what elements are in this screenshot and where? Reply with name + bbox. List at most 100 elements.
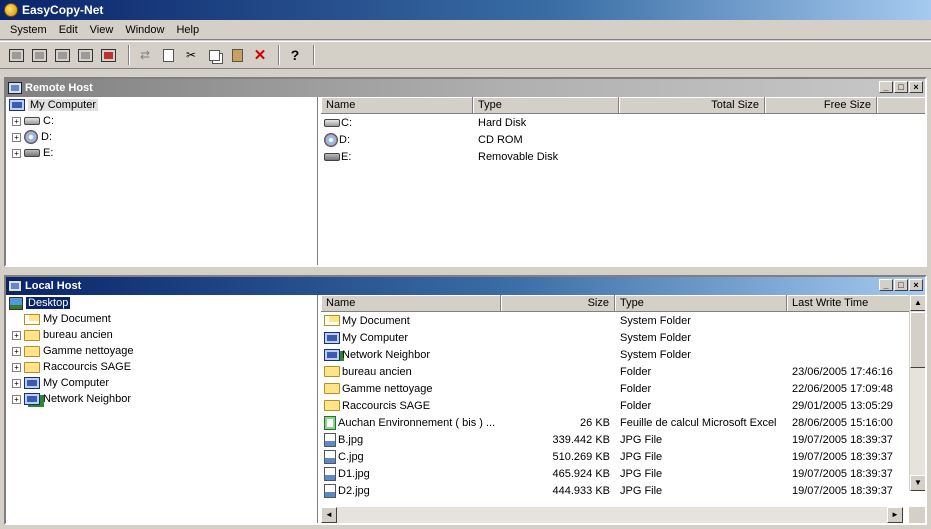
expand-icon[interactable]: +: [12, 148, 21, 158]
table-row[interactable]: C: Hard Disk: [321, 114, 925, 131]
expand-icon[interactable]: +: [12, 378, 21, 388]
column-header-name[interactable]: Name: [321, 97, 473, 113]
column-header-name[interactable]: Name: [321, 295, 501, 311]
toolbar-separator: [278, 45, 280, 65]
table-row[interactable]: D2.jpg 444.933 KB JPG File 19/07/2005 18:39…: [321, 482, 925, 499]
delete-button[interactable]: ✕: [250, 45, 270, 65]
minimize-button[interactable]: _: [879, 81, 893, 93]
scroll-thumb[interactable]: [910, 312, 925, 368]
expand-icon[interactable]: +: [12, 394, 21, 404]
app-logo-icon: [4, 3, 18, 17]
horizontal-scrollbar[interactable]: ◄ ►: [321, 507, 903, 523]
scroll-up-button[interactable]: ▲: [910, 295, 925, 311]
table-row[interactable]: Auchan Environnement ( bis ) ... 26 KB Feu…: [321, 414, 925, 431]
remote-file-list: Name Type Total Size Free Size C: Hard D…: [321, 97, 925, 265]
help-button[interactable]: ?: [285, 45, 305, 65]
expand-icon[interactable]: +: [12, 362, 21, 372]
cell-name: C:: [321, 117, 473, 129]
remote-host-icon: [8, 82, 22, 94]
table-row[interactable]: Network Neighbor System Folder: [321, 346, 925, 363]
tree-item-my-document[interactable]: My Document: [6, 311, 317, 327]
cell-type: Folder: [620, 365, 652, 378]
scroll-down-button[interactable]: ▼: [910, 475, 925, 491]
computer-button[interactable]: [54, 45, 74, 65]
delete-icon: ✕: [253, 47, 267, 64]
jpg-file-icon: [324, 483, 336, 498]
menu-window[interactable]: Window: [119, 24, 170, 36]
cell-name: My Document: [321, 315, 501, 327]
paste-button[interactable]: [227, 45, 247, 65]
row-name: E:: [341, 150, 352, 163]
table-row[interactable]: My Document System Folder: [321, 312, 925, 329]
table-row[interactable]: B.jpg 339.442 KB JPG File 19/07/2005 18:39:…: [321, 431, 925, 448]
cell-last-write-time: 29/01/2005 13:05:29: [792, 399, 893, 412]
my-documents-icon: [24, 313, 40, 325]
vertical-scrollbar[interactable]: ▲ ▼: [909, 295, 925, 491]
cell-type: CD ROM: [478, 133, 523, 146]
cell-type: Folder: [620, 382, 652, 395]
column-header-total-size[interactable]: Total Size: [619, 97, 765, 113]
app-titlebar: EasyCopy-Net: [0, 0, 931, 20]
tree-item-c-drive[interactable]: + C:: [6, 113, 317, 129]
host-button[interactable]: [31, 45, 51, 65]
resize-grip[interactable]: [909, 507, 925, 523]
tree-item-gamme-nettoyage[interactable]: + Gamme nettoyage: [6, 343, 317, 359]
tree-item-raccourcis-sage[interactable]: + Raccourcis SAGE: [6, 359, 317, 375]
menu-system[interactable]: System: [4, 24, 53, 36]
transfer-button[interactable]: ⇄: [135, 45, 155, 65]
restore-button[interactable]: □: [894, 279, 908, 291]
tree-item-network-neighbor[interactable]: + Network Neighbor: [6, 391, 317, 407]
tree-root-desktop[interactable]: Desktop: [6, 295, 317, 311]
expand-icon[interactable]: +: [12, 116, 21, 126]
copy-button[interactable]: [204, 45, 224, 65]
cell-name: D:: [321, 132, 473, 147]
expand-icon[interactable]: +: [12, 330, 21, 340]
column-header-last-write-time[interactable]: Last Write Time: [787, 295, 909, 311]
expand-icon[interactable]: +: [12, 132, 21, 142]
table-row[interactable]: D1.jpg 465.924 KB JPG File 19/07/2005 18:39…: [321, 465, 925, 482]
row-name: Raccourcis SAGE: [342, 399, 431, 412]
cell-last-write-time: 19/07/2005 18:39:37: [792, 467, 893, 480]
row-name: C:: [341, 116, 352, 129]
tree-item-my-computer[interactable]: + My Computer: [6, 375, 317, 391]
cell-size: 339.442 KB: [552, 433, 611, 446]
table-row[interactable]: My Computer System Folder: [321, 329, 925, 346]
removable-drive-icon: [324, 152, 340, 161]
tree-item-bureau-ancien[interactable]: + bureau ancien: [6, 327, 317, 343]
minimize-button[interactable]: _: [879, 279, 893, 291]
scroll-right-button[interactable]: ►: [887, 507, 903, 523]
menu-edit[interactable]: Edit: [53, 24, 84, 36]
table-row[interactable]: D: CD ROM: [321, 131, 925, 148]
tree-item-e-drive[interactable]: + E:: [6, 145, 317, 161]
menu-view[interactable]: View: [84, 24, 120, 36]
tree-item-d-drive[interactable]: + D:: [6, 129, 317, 145]
tree-item-label: Raccourcis SAGE: [43, 361, 132, 373]
table-row[interactable]: C.jpg 510.269 KB JPG File 19/07/2005 18:39:…: [321, 448, 925, 465]
disconnect-button[interactable]: [100, 45, 120, 65]
scroll-left-button[interactable]: ◄: [321, 507, 337, 523]
table-row[interactable]: E: Removable Disk: [321, 148, 925, 165]
column-header-size[interactable]: Size: [501, 295, 615, 311]
table-row[interactable]: bureau ancien Folder 23/06/2005 17:46:16: [321, 363, 925, 380]
menu-help[interactable]: Help: [170, 24, 205, 36]
cell-name: My Computer: [321, 331, 501, 344]
connect-button[interactable]: [8, 45, 28, 65]
tree-root-my-computer[interactable]: My Computer: [6, 97, 317, 113]
cell-last-write-time: 23/06/2005 17:46:16: [792, 365, 893, 378]
column-header-type[interactable]: Type: [615, 295, 787, 311]
cut-button[interactable]: ✂: [181, 45, 201, 65]
table-row[interactable]: Raccourcis SAGE Folder 29/01/2005 13:05:29: [321, 397, 925, 414]
jpg-file-icon: [324, 432, 336, 447]
row-name: D2.jpg: [338, 484, 370, 497]
properties-button[interactable]: [158, 45, 178, 65]
restore-button[interactable]: □: [894, 81, 908, 93]
table-row[interactable]: Gamme nettoyage Folder 22/06/2005 17:09:48: [321, 380, 925, 397]
cell-name: Gamme nettoyage: [321, 383, 501, 395]
column-header-free-size[interactable]: Free Size: [765, 97, 877, 113]
cell-type: System Folder: [620, 331, 691, 344]
close-button[interactable]: ×: [909, 81, 923, 93]
close-button[interactable]: ×: [909, 279, 923, 291]
column-header-type[interactable]: Type: [473, 97, 619, 113]
expand-icon[interactable]: +: [12, 346, 21, 356]
network-button[interactable]: [77, 45, 97, 65]
